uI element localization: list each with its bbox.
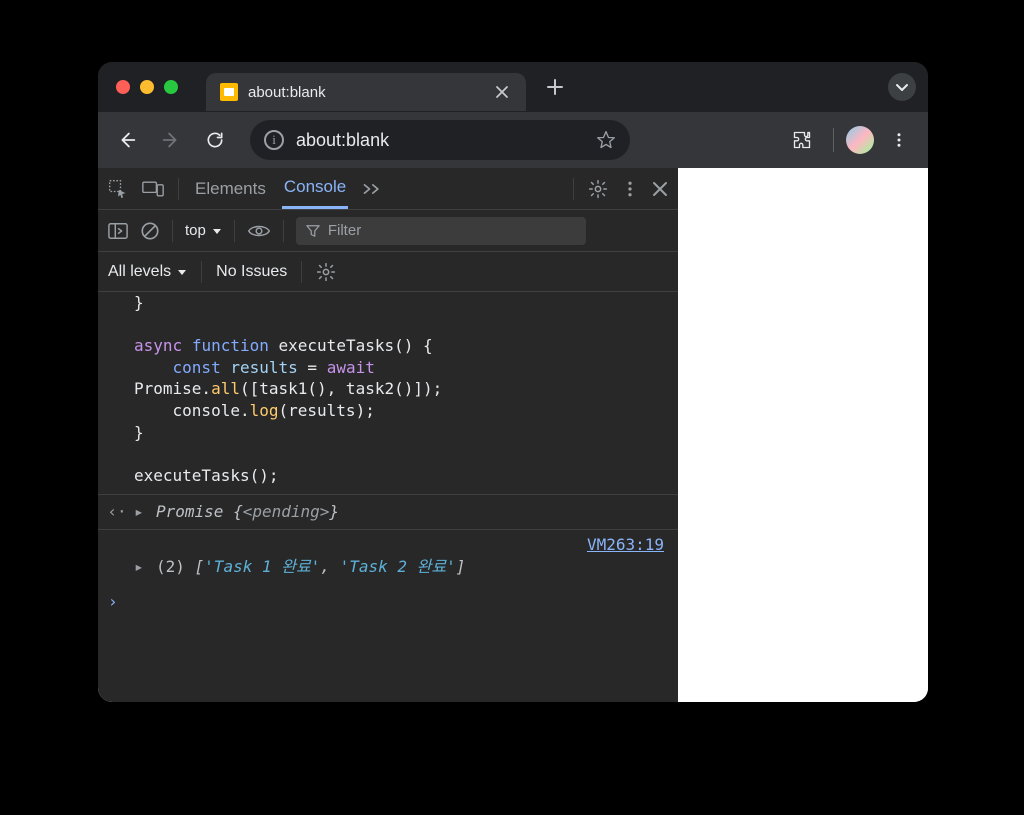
plus-icon — [546, 78, 564, 96]
funnel-icon — [306, 224, 320, 238]
sidebar-icon — [108, 222, 128, 240]
browser-toolbar: about:blank — [98, 112, 928, 168]
devtools-panel: Elements Console — [98, 168, 678, 702]
menu-button[interactable] — [880, 121, 918, 159]
gear-icon — [316, 262, 336, 282]
devices-icon — [142, 180, 164, 198]
browser-window: about:blank about:blank — [98, 62, 928, 702]
devtools-settings-button[interactable] — [588, 179, 608, 199]
close-icon — [495, 85, 509, 99]
chevrons-right-icon — [362, 182, 382, 196]
eye-icon — [247, 223, 271, 239]
puzzle-icon — [792, 130, 812, 150]
devtools-divider — [573, 178, 574, 200]
tab-elements[interactable]: Elements — [193, 168, 268, 209]
maximize-window-button[interactable] — [164, 80, 178, 94]
promise-label: Promise — [156, 502, 223, 521]
arrow-left-icon — [116, 129, 138, 151]
promise-state: <pending> — [243, 502, 330, 521]
minimize-window-button[interactable] — [140, 80, 154, 94]
close-window-button[interactable] — [116, 80, 130, 94]
content-area: Elements Console — [98, 168, 928, 702]
devtools-menu-button[interactable] — [622, 180, 638, 198]
gear-icon — [588, 179, 608, 199]
new-tab-button[interactable] — [540, 72, 570, 102]
context-label: top — [185, 222, 206, 239]
triangle-down-icon — [212, 226, 222, 236]
console-toolbar-secondary: All levels No Issues — [98, 252, 678, 292]
bookmark-button[interactable] — [596, 130, 616, 150]
console-input-history: } async function executeTasks() { const … — [98, 292, 678, 494]
array-length: (2) — [156, 557, 185, 576]
close-icon — [652, 181, 668, 197]
device-toolbar-button[interactable] — [142, 180, 164, 198]
site-info-icon[interactable] — [264, 130, 284, 150]
back-button[interactable] — [108, 121, 146, 159]
tab-strip: about:blank — [98, 62, 928, 112]
chevron-down-icon — [895, 80, 909, 94]
console-divider — [301, 261, 302, 283]
more-tabs-button[interactable] — [362, 182, 382, 196]
window-controls — [116, 80, 178, 94]
profile-avatar[interactable] — [846, 126, 874, 154]
reload-icon — [205, 130, 225, 150]
extensions-button[interactable] — [783, 121, 821, 159]
arrow-right-icon — [160, 129, 182, 151]
console-result-promise[interactable]: ‹· ▸ Promise {<pending>} — [98, 494, 678, 529]
array-item: 'Task 2 완료' — [340, 557, 456, 576]
console-divider — [172, 220, 173, 242]
tab-overflow-button[interactable] — [888, 73, 916, 101]
page-viewport[interactable] — [678, 168, 928, 702]
result-gutter-icon: ‹· — [108, 501, 126, 523]
browser-tab[interactable]: about:blank — [206, 73, 526, 111]
clear-console-button[interactable] — [140, 221, 160, 241]
kebab-icon — [890, 131, 908, 149]
log-levels-selector[interactable]: All levels — [108, 263, 187, 281]
prompt-caret-icon: › — [108, 592, 118, 611]
toolbar-divider — [833, 128, 834, 152]
console-settings-button[interactable] — [316, 262, 336, 282]
log-levels-label: All levels — [108, 263, 171, 281]
console-divider — [201, 261, 202, 283]
devtools-close-button[interactable] — [652, 181, 668, 197]
expand-toggle[interactable]: ▸ — [134, 556, 148, 578]
console-output[interactable]: } async function executeTasks() { const … — [98, 292, 678, 702]
tab-favicon-icon — [220, 83, 238, 101]
toggle-sidebar-button[interactable] — [108, 222, 128, 240]
url-text: about:blank — [296, 130, 389, 151]
live-expression-button[interactable] — [247, 223, 271, 239]
devtools-tabbar: Elements Console — [98, 168, 678, 210]
triangle-down-icon — [177, 267, 187, 277]
devtools-divider — [178, 178, 179, 200]
issues-label[interactable]: No Issues — [216, 263, 287, 281]
context-selector[interactable]: top — [185, 222, 222, 239]
reload-button[interactable] — [196, 121, 234, 159]
console-divider — [283, 220, 284, 242]
console-prompt[interactable]: › — [98, 583, 678, 621]
inspect-element-button[interactable] — [108, 179, 128, 199]
tab-close-button[interactable] — [492, 82, 512, 102]
console-divider — [234, 220, 235, 242]
console-log-entry: VM263:19 ▸ (2) ['Task 1 완료', 'Task 2 완료'… — [98, 529, 678, 583]
address-bar[interactable]: about:blank — [250, 120, 630, 160]
filter-input[interactable]: Filter — [296, 217, 586, 245]
array-item: 'Task 1 완료' — [204, 557, 320, 576]
tab-title: about:blank — [248, 84, 326, 101]
expand-toggle[interactable]: ▸ — [134, 501, 148, 523]
source-link[interactable]: VM263:19 — [587, 534, 664, 556]
inspect-icon — [108, 179, 128, 199]
kebab-icon — [622, 180, 638, 198]
tab-console[interactable]: Console — [282, 168, 348, 209]
console-toolbar: top Filter — [98, 210, 678, 252]
star-icon — [596, 130, 616, 150]
forward-button[interactable] — [152, 121, 190, 159]
ban-icon — [140, 221, 160, 241]
filter-placeholder: Filter — [328, 222, 361, 239]
